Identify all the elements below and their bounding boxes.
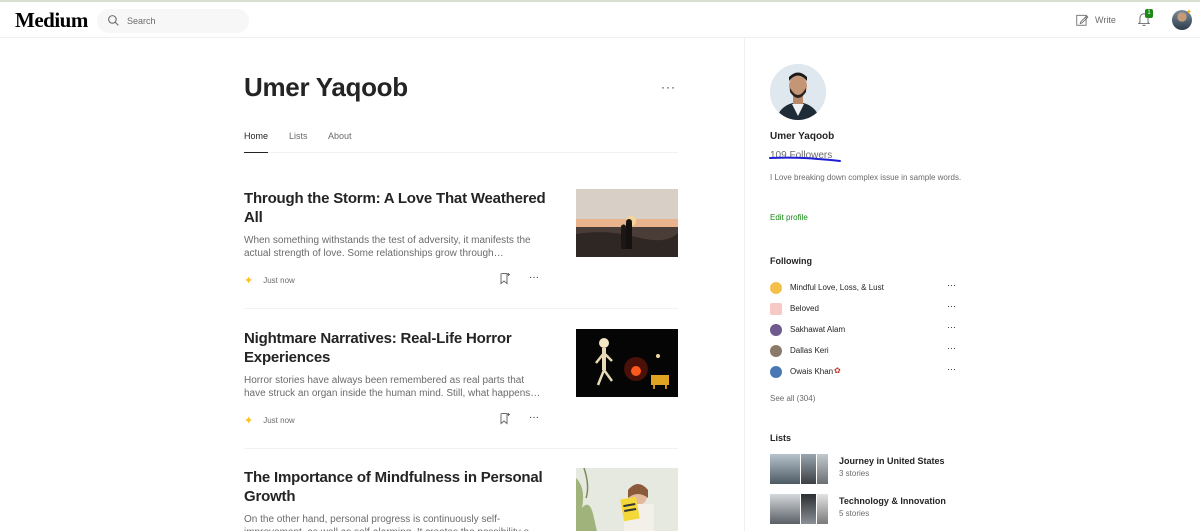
following-name[interactable]: Owais Khan <box>790 367 833 376</box>
reading-woman-illustration <box>576 468 678 531</box>
reading-list-item[interactable]: Technology & Innovation 5 stories <box>770 494 960 524</box>
notification-count-badge: 1 <box>1145 9 1153 18</box>
following-item[interactable]: Sakhawat Alam ··· <box>770 322 960 338</box>
post-more-button[interactable]: ··· <box>529 272 539 283</box>
list-name[interactable]: Journey in United States <box>839 456 945 466</box>
search-icon <box>108 15 119 26</box>
following-item[interactable]: Beloved ··· <box>770 301 960 317</box>
following-item[interactable]: Dallas Keri ··· <box>770 343 960 359</box>
post-title[interactable]: Through the Storm: A Love That Weathered… <box>244 189 554 227</box>
write-button[interactable]: Write <box>1075 13 1116 27</box>
sidebar-divider <box>744 38 745 531</box>
post-thumbnail-image[interactable] <box>576 189 678 257</box>
following-name[interactable]: Mindful Love, Loss, & Lust <box>790 283 884 292</box>
member-only-star-icon: ✦ <box>244 275 254 287</box>
membership-star-icon: ✦ <box>1186 9 1192 16</box>
notifications-button[interactable]: 1 <box>1137 9 1153 32</box>
list-story-count: 5 stories <box>839 509 870 518</box>
skeleton-scene-illustration <box>576 329 678 397</box>
bookmark-icon[interactable] <box>499 272 511 285</box>
list-story-count: 3 stories <box>839 469 870 478</box>
flower-emoji-icon: ✿ <box>834 366 841 375</box>
post-time: Just now <box>263 276 295 285</box>
see-all-following-link[interactable]: See all (304) <box>770 394 815 403</box>
bookmark-icon[interactable] <box>499 412 511 425</box>
following-name[interactable]: Sakhawat Alam <box>790 325 845 334</box>
post-excerpt[interactable]: When something withstands the test of ad… <box>244 234 544 260</box>
user-avatar <box>770 366 782 378</box>
following-item[interactable]: Owais Khan ✿ ··· <box>770 364 960 380</box>
member-only-star-icon: ✦ <box>244 415 254 427</box>
list-thumbnails <box>770 454 828 484</box>
post-card[interactable]: Through the Storm: A Love That Weathered… <box>244 189 678 309</box>
following-heading: Following <box>770 256 812 266</box>
post-thumbnail-image[interactable] <box>576 329 678 397</box>
post-more-button[interactable]: ··· <box>529 412 539 423</box>
top-navigation-bar: Medium Write 1 ✦ <box>0 0 1200 38</box>
post-card[interactable]: The Importance of Mindfulness in Persona… <box>244 468 678 531</box>
write-label: Write <box>1095 15 1116 25</box>
following-more-button[interactable]: ··· <box>947 364 956 374</box>
following-more-button[interactable]: ··· <box>947 301 956 311</box>
profile-photo <box>770 64 826 120</box>
following-more-button[interactable]: ··· <box>947 343 956 353</box>
profile-bio: I Love breaking down complex issue in sa… <box>770 173 962 182</box>
following-more-button[interactable]: ··· <box>947 322 956 332</box>
reading-list-item[interactable]: Journey in United States 3 stories <box>770 454 960 484</box>
post-excerpt[interactable]: On the other hand, personal progress is … <box>244 513 544 531</box>
list-thumbnails <box>770 494 828 524</box>
post-divider <box>244 308 678 309</box>
tab-lists[interactable]: Lists <box>289 131 308 153</box>
post-title[interactable]: Nightmare Narratives: Real-Life Horror E… <box>244 329 554 367</box>
following-name[interactable]: Dallas Keri <box>790 346 829 355</box>
sunset-couple-illustration <box>576 189 678 257</box>
publication-avatar <box>770 282 782 294</box>
post-thumbnail-image[interactable] <box>576 468 678 531</box>
following-item[interactable]: Mindful Love, Loss, & Lust ··· <box>770 280 960 296</box>
post-card[interactable]: Nightmare Narratives: Real-Life Horror E… <box>244 329 678 449</box>
following-name[interactable]: Beloved <box>790 304 819 313</box>
list-name[interactable]: Technology & Innovation <box>839 496 946 506</box>
post-meta: ✦ Just now <box>244 274 295 287</box>
following-more-button[interactable]: ··· <box>947 280 956 290</box>
tab-home[interactable]: Home <box>244 131 269 153</box>
edit-profile-link[interactable]: Edit profile <box>770 213 808 222</box>
post-title[interactable]: The Importance of Mindfulness in Persona… <box>244 468 554 506</box>
post-divider <box>244 448 678 449</box>
tab-about[interactable]: About <box>328 131 352 153</box>
user-avatar <box>770 324 782 336</box>
write-icon <box>1076 14 1089 26</box>
followers-underline-annotation <box>769 156 841 162</box>
user-avatar <box>770 345 782 357</box>
profile-avatar[interactable] <box>770 64 826 120</box>
post-meta: ✦ Just now <box>244 414 295 427</box>
medium-logo[interactable]: Medium <box>15 8 88 33</box>
publication-avatar <box>770 303 782 315</box>
sidebar-profile-name[interactable]: Umer Yaqoob <box>770 131 834 142</box>
post-excerpt[interactable]: Horror stories have always been remember… <box>244 374 544 400</box>
profile-title: Umer Yaqoob <box>244 72 408 102</box>
search-input[interactable] <box>127 13 237 29</box>
search-box[interactable] <box>97 9 249 33</box>
profile-tabs: Home Lists About <box>244 131 678 153</box>
profile-more-button[interactable]: ··· <box>661 80 676 94</box>
post-time: Just now <box>263 416 295 425</box>
lists-heading: Lists <box>770 433 792 443</box>
